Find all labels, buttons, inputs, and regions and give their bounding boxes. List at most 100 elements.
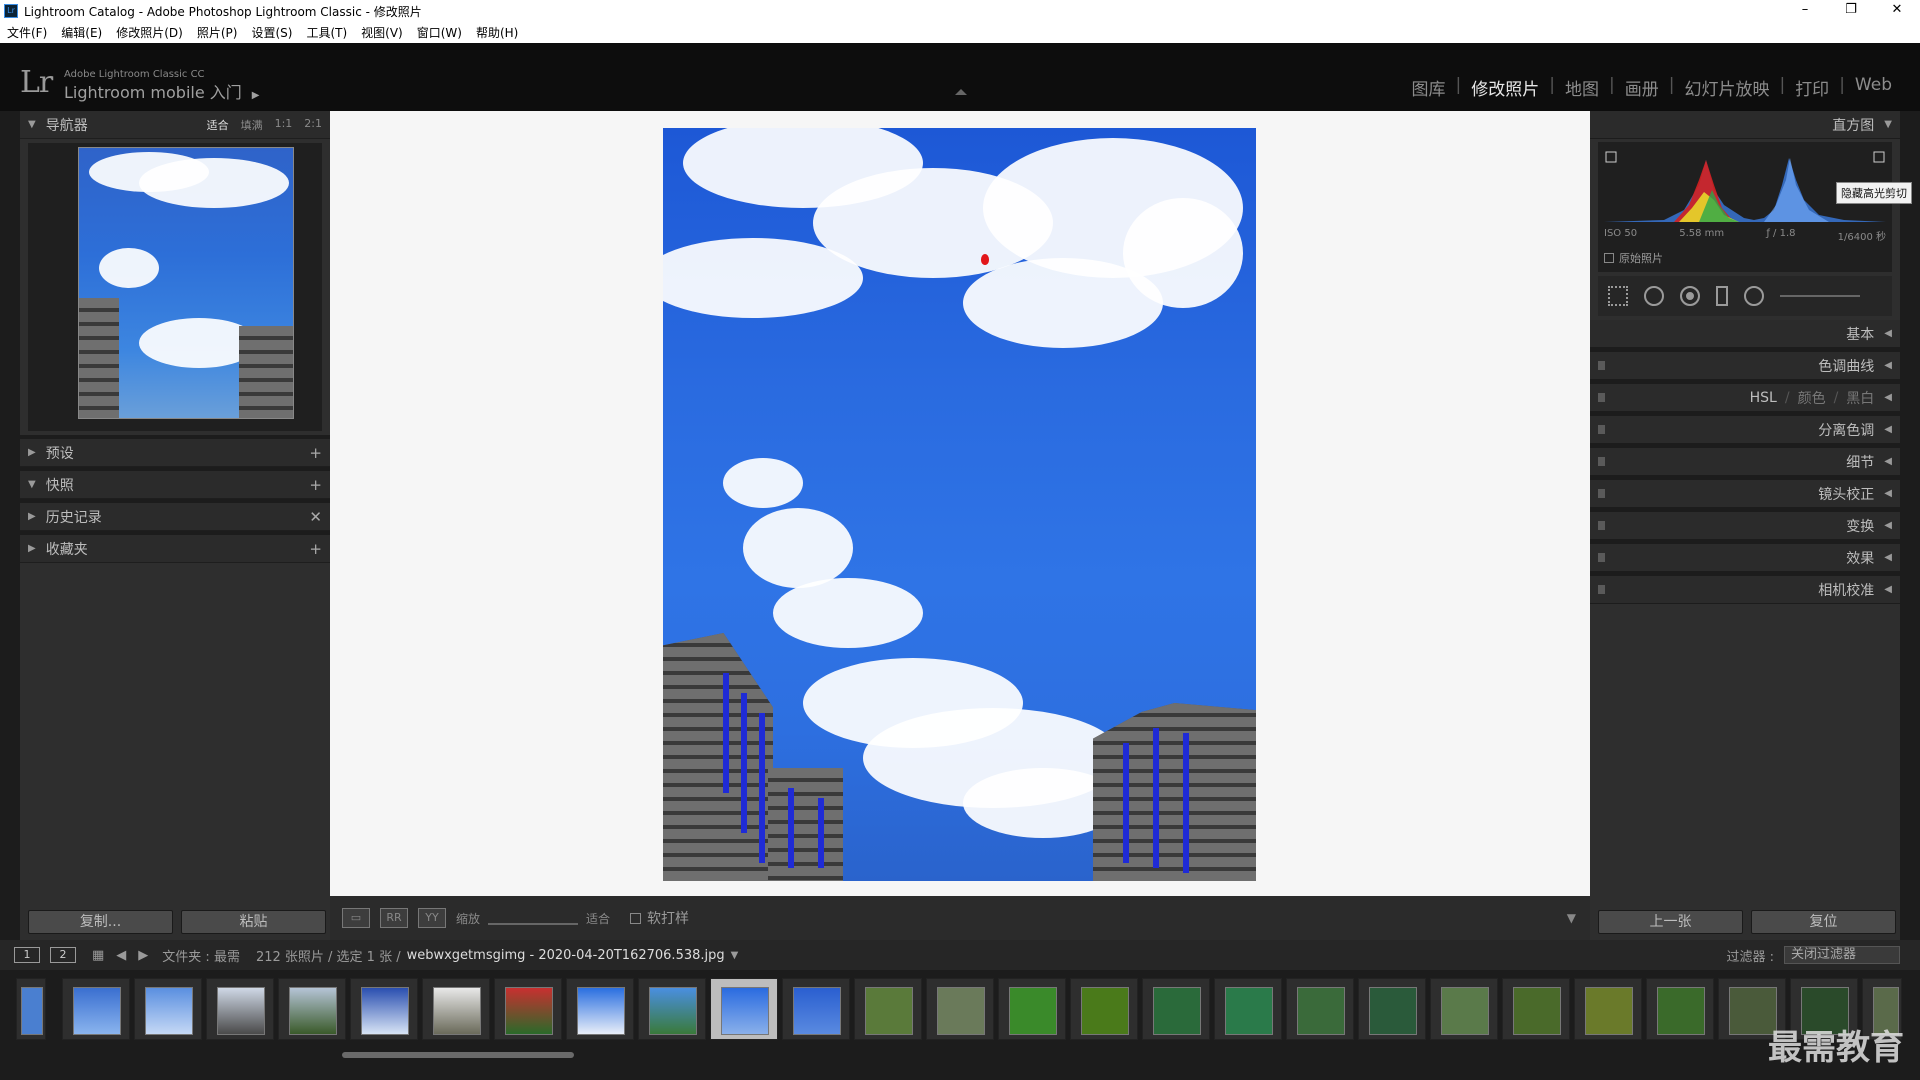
panel-switch-icon[interactable] (1598, 553, 1605, 562)
module-map[interactable]: 地图 (1555, 75, 1609, 100)
panel-lens-corrections[interactable]: 镜头校正 ◀ (1590, 480, 1900, 508)
panel-bw-label[interactable]: 黑白 (1846, 388, 1874, 408)
filmstrip-thumb[interactable] (1214, 978, 1282, 1040)
filmstrip-thumb[interactable] (782, 978, 850, 1040)
panel-color-label[interactable]: 颜色 (1798, 388, 1826, 408)
panel-switch-icon[interactable] (1598, 585, 1605, 594)
panel-switch-icon[interactable] (1598, 393, 1605, 402)
secondary-window-button[interactable]: 2 (50, 947, 76, 963)
filmstrip-thumb[interactable] (1574, 978, 1642, 1040)
filmstrip-thumb-selected[interactable] (710, 978, 778, 1040)
filter-select[interactable]: 关闭过滤器 (1784, 946, 1900, 964)
filmstrip-thumb[interactable] (494, 978, 562, 1040)
close-button[interactable]: ✕ (1874, 0, 1920, 22)
back-arrow-icon[interactable]: ◀ (116, 948, 126, 963)
menu-view[interactable]: 视图(V) (361, 24, 403, 41)
filmstrip-thumb[interactable] (1430, 978, 1498, 1040)
filmstrip-thumb[interactable] (926, 978, 994, 1040)
filename-dropdown-icon[interactable]: ▼ (731, 950, 739, 961)
filmstrip-thumb[interactable] (350, 978, 418, 1040)
filmstrip-thumb[interactable] (1142, 978, 1210, 1040)
filmstrip-thumb[interactable] (566, 978, 634, 1040)
filmstrip-thumb[interactable] (422, 978, 490, 1040)
zoom-fill[interactable]: 填满 (241, 117, 263, 133)
maximize-button[interactable]: ❐ (1828, 0, 1874, 22)
filmstrip-thumb[interactable] (854, 978, 922, 1040)
menu-file[interactable]: 文件(F) (7, 24, 47, 41)
original-photo-toggle[interactable]: 原始照片 (1604, 250, 1663, 266)
menu-help[interactable]: 帮助(H) (476, 24, 518, 41)
filmstrip-thumb[interactable] (638, 978, 706, 1040)
menu-photo[interactable]: 照片(P) (197, 24, 238, 41)
add-snapshot-icon[interactable]: + (309, 476, 322, 494)
add-collection-icon[interactable]: + (309, 540, 322, 558)
menu-window[interactable]: 窗口(W) (417, 24, 462, 41)
toolbar-menu-icon[interactable]: ▼ (1567, 911, 1576, 925)
panel-camera-calibration[interactable]: 相机校准 ◀ (1590, 576, 1900, 604)
panel-hsl-label[interactable]: HSL (1750, 390, 1777, 406)
module-slideshow[interactable]: 幻灯片放映 (1674, 75, 1779, 100)
panel-effects[interactable]: 效果 ◀ (1590, 544, 1900, 572)
copy-settings-button[interactable]: 复制... (28, 910, 173, 934)
filmstrip-thumb[interactable] (998, 978, 1066, 1040)
filmstrip-thumb[interactable] (134, 978, 202, 1040)
filmstrip-thumb[interactable] (1502, 978, 1570, 1040)
zoom-fit[interactable]: 适合 (207, 117, 229, 133)
zoom-2-1[interactable]: 2:1 (304, 117, 322, 133)
filmstrip-thumb[interactable] (1646, 978, 1714, 1040)
panel-detail[interactable]: 细节 ◀ (1590, 448, 1900, 476)
paste-settings-button[interactable]: 粘贴 (181, 910, 326, 934)
loupe-view-icon[interactable]: ▭ (342, 908, 370, 928)
mobile-intro-link[interactable]: Lightroom mobile 入门 ▶ (64, 79, 259, 103)
current-filename[interactable]: webwxgetmsgimg - 2020-04-20T162706.538.j… (407, 948, 725, 963)
hide-top-panel-icon[interactable] (955, 89, 967, 95)
menu-edit[interactable]: 编辑(E) (61, 24, 102, 41)
panel-switch-icon[interactable] (1598, 521, 1605, 530)
module-library[interactable]: 图库 (1402, 75, 1456, 100)
graduated-filter-icon[interactable] (1716, 286, 1728, 306)
navigator-thumbnail[interactable] (78, 147, 294, 419)
forward-arrow-icon[interactable]: ▶ (138, 948, 148, 963)
before-after-icon[interactable]: RR (380, 908, 408, 928)
filmstrip-thumb[interactable] (206, 978, 274, 1040)
adjustment-brush-slider[interactable] (1780, 295, 1860, 297)
previous-button[interactable]: 上一张 (1598, 910, 1743, 934)
presets-header[interactable]: ▶ 预设 + (20, 439, 330, 467)
menu-develop[interactable]: 修改照片(D) (116, 24, 183, 41)
reset-button[interactable]: 复位 (1751, 910, 1896, 934)
panel-switch-icon[interactable] (1598, 361, 1605, 370)
histogram-header[interactable]: 直方图 ▼ (1590, 111, 1900, 139)
snapshots-header[interactable]: ▼ 快照 + (20, 471, 330, 499)
panel-switch-icon[interactable] (1598, 489, 1605, 498)
collections-header[interactable]: ▶ 收藏夹 + (20, 535, 330, 563)
zoom-slider[interactable] (488, 923, 579, 925)
history-header[interactable]: ▶ 历史记录 ✕ (20, 503, 330, 531)
filmstrip-thumb[interactable] (62, 978, 130, 1040)
panel-transform[interactable]: 变换 ◀ (1590, 512, 1900, 540)
minimize-button[interactable]: – (1782, 0, 1828, 22)
photo-preview[interactable] (663, 128, 1256, 881)
module-develop[interactable]: 修改照片 (1461, 75, 1549, 100)
filmstrip-thumb[interactable] (1358, 978, 1426, 1040)
menu-settings[interactable]: 设置(S) (251, 24, 292, 41)
clear-history-icon[interactable]: ✕ (309, 508, 322, 526)
panel-hsl[interactable]: HSL / 颜色 / 黑白 ◀ (1590, 384, 1900, 412)
grid-view-icon[interactable]: ▦ (92, 948, 104, 963)
module-book[interactable]: 画册 (1615, 75, 1669, 100)
panel-basic[interactable]: 基本 ◀ (1590, 320, 1900, 348)
filmstrip-thumb[interactable] (1070, 978, 1138, 1040)
red-eye-icon[interactable] (1680, 286, 1700, 306)
panel-switch-icon[interactable] (1598, 457, 1605, 466)
original-photo-checkbox[interactable] (1604, 253, 1614, 263)
zoom-1-1[interactable]: 1:1 (275, 117, 293, 133)
soft-proof-checkbox[interactable] (630, 912, 642, 924)
filmstrip-scrollbar[interactable] (342, 1052, 574, 1058)
menu-tools[interactable]: 工具(T) (306, 24, 347, 41)
crop-tool-icon[interactable] (1608, 286, 1628, 306)
filmstrip-thumb[interactable] (16, 978, 46, 1040)
filmstrip-thumb[interactable] (278, 978, 346, 1040)
before-after-split-icon[interactable]: YY (418, 908, 446, 928)
navigator-header[interactable]: ▼ 导航器 适合 填满 1:1 2:1 (20, 111, 330, 139)
panel-tone-curve[interactable]: 色调曲线 ◀ (1590, 352, 1900, 380)
main-window-button[interactable]: 1 (14, 947, 40, 963)
